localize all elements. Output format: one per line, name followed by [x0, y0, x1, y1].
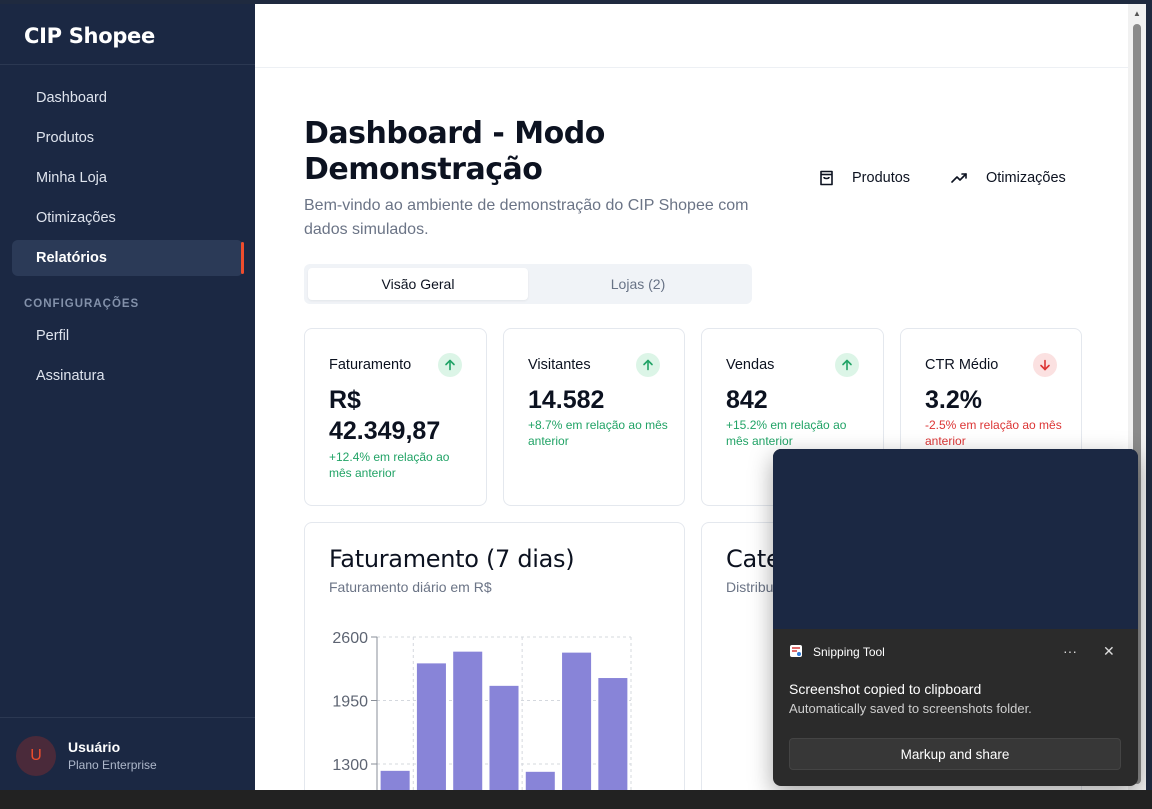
- kpi-value: 14.582: [528, 386, 605, 414]
- toast-title: Screenshot copied to clipboard: [789, 681, 982, 697]
- brand-logo[interactable]: CIP Shopee: [0, 4, 255, 65]
- kpi-value: R$ 42.349,87: [329, 386, 441, 445]
- chart-subtitle: Faturamento diário em R$: [329, 579, 492, 595]
- arrow-up-icon: [438, 353, 462, 377]
- y-tick-label: 1950: [332, 694, 368, 711]
- chart-subtitle: Distribu: [726, 579, 774, 595]
- kpi-value: 3.2%: [925, 386, 982, 414]
- kpi-label: CTR Médio: [925, 357, 999, 373]
- markup-and-share-button[interactable]: Markup and share: [789, 738, 1121, 770]
- sidebar-item-assinatura[interactable]: Assinatura: [12, 358, 243, 394]
- sidebar-item-minha-loja[interactable]: Minha Loja: [12, 160, 243, 196]
- screenshot-preview[interactable]: [773, 449, 1138, 629]
- revenue-bar-chart: 1300 1950 2600: [332, 630, 632, 790]
- kpi-delta: +15.2% em relação ao mês anterior: [726, 418, 847, 448]
- tab-list: Visão Geral Lojas (2): [304, 264, 752, 304]
- close-icon[interactable]: ✕: [1103, 643, 1115, 660]
- sidebar-item-produtos[interactable]: Produtos: [12, 120, 243, 156]
- tab-lojas[interactable]: Lojas (2): [528, 268, 748, 300]
- y-tick-label: 2600: [332, 630, 368, 647]
- kpi-label: Faturamento: [329, 357, 412, 373]
- revenue-bar[interactable]: [562, 652, 592, 790]
- trending-up-icon: [951, 173, 967, 183]
- arrow-up-icon: [835, 353, 859, 377]
- page-subtitle: Bem-vindo ao ambiente de demonstração do…: [304, 197, 749, 238]
- taskbar: [0, 790, 1152, 809]
- revenue-bar[interactable]: [525, 771, 555, 790]
- window-edge: [1146, 0, 1152, 809]
- sidebar-item-perfil[interactable]: Perfil: [12, 318, 243, 354]
- toast-message: Automatically saved to screenshots folde…: [789, 701, 1032, 716]
- sidebar: CIP Shopee Dashboard Produtos Minha Loja…: [0, 4, 255, 790]
- sidebar-section-label: CONFIGURAÇÕES: [24, 298, 140, 310]
- avatar: U: [16, 736, 56, 776]
- scroll-up-arrow-icon[interactable]: ▲: [1133, 9, 1141, 18]
- otimizacoes-button-label: Otimizações: [986, 170, 1066, 186]
- user-name: Usuário: [68, 739, 121, 755]
- kpi-delta: +8.7% em relação ao mês anterior: [528, 418, 668, 448]
- arrow-up-icon: [636, 353, 660, 377]
- sidebar-item-otimizacoes[interactable]: Otimizações: [12, 200, 243, 236]
- shopping-bag-icon: [820, 170, 833, 186]
- sidebar-item-relatorios[interactable]: Relatórios: [12, 240, 244, 276]
- tab-visao-geral[interactable]: Visão Geral: [308, 268, 528, 300]
- kpi-value: 842: [726, 386, 768, 414]
- arrow-down-icon: [1033, 353, 1057, 377]
- revenue-bar[interactable]: [453, 651, 483, 790]
- user-plan: Plano Enterprise: [68, 758, 157, 772]
- revenue-bar[interactable]: [489, 685, 519, 790]
- produtos-button[interactable]: Produtos: [819, 168, 910, 188]
- kpi-label: Vendas: [726, 357, 775, 373]
- snipping-tool-notification[interactable]: Snipping Tool ··· ✕ Screenshot copied to…: [773, 449, 1138, 786]
- chart-title: Faturamento (7 dias): [329, 545, 575, 573]
- y-tick-label: 1300: [332, 757, 368, 774]
- more-options-icon[interactable]: ···: [1063, 643, 1077, 659]
- toast-app-name: Snipping Tool: [813, 645, 885, 659]
- sidebar-nav: Dashboard Produtos Minha Loja Otimizaçõe…: [0, 65, 255, 394]
- otimizacoes-button[interactable]: Otimizações: [951, 168, 1066, 188]
- top-bar: [255, 4, 1128, 68]
- produtos-button-label: Produtos: [852, 170, 911, 186]
- revenue-chart-card: Faturamento (7 dias) Faturamento diário …: [304, 522, 685, 790]
- sidebar-item-dashboard[interactable]: Dashboard: [12, 80, 243, 116]
- kpi-label: Visitantes: [528, 357, 591, 373]
- revenue-bar[interactable]: [380, 770, 410, 790]
- kpi-delta: +12.4% em relação ao mês anterior: [329, 450, 450, 480]
- snipping-tool-icon: [790, 645, 802, 657]
- kpi-delta: -2.5% em relação ao mês anterior: [925, 418, 1062, 448]
- revenue-bar[interactable]: [598, 678, 628, 790]
- revenue-bar[interactable]: [416, 663, 446, 790]
- kpi-card-faturamento: Faturamento R$ 42.349,87 +12.4% em relaç…: [304, 328, 487, 506]
- user-profile[interactable]: U Usuário Plano Enterprise: [0, 717, 255, 790]
- page-title: Dashboard - Modo Demonstração: [304, 116, 605, 187]
- kpi-card-visitantes: Visitantes 14.582 +8.7% em relação ao mê…: [503, 328, 685, 506]
